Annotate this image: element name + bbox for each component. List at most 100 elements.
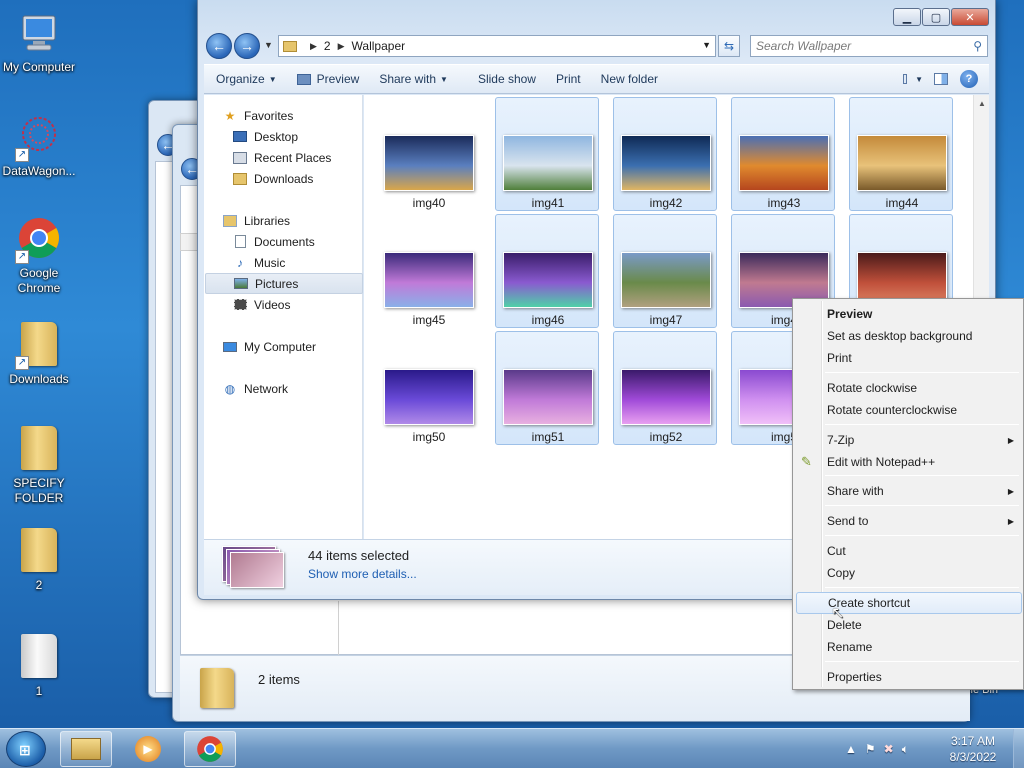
nav-pictures[interactable]: Pictures	[205, 273, 363, 294]
notepadpp-icon: ✎	[801, 454, 812, 469]
ctx-cut[interactable]: Cut	[796, 540, 1022, 562]
file-name: img45	[412, 313, 446, 327]
back-button[interactable]: ←	[206, 33, 232, 59]
change-view-button[interactable]: ▼	[903, 70, 923, 88]
file-item-img42[interactable]: img42	[613, 97, 717, 211]
chevron-right-icon[interactable]: ▶	[310, 41, 317, 52]
music-icon: ♪	[237, 255, 243, 270]
shortcut-arrow-icon: ↗	[15, 148, 29, 162]
network-status-icon[interactable]: ✖	[884, 742, 894, 756]
file-item-img43[interactable]: img43	[731, 97, 835, 211]
ctx-set-desktop-background[interactable]: Set as desktop background	[796, 325, 1022, 347]
file-item-img45[interactable]: img45	[376, 214, 480, 328]
ctx-print[interactable]: Print	[796, 347, 1022, 369]
file-item-img47[interactable]: img47	[613, 214, 717, 328]
nav-my-computer[interactable]: My Computer	[222, 336, 380, 357]
shortcut-arrow-icon: ↗	[15, 356, 29, 370]
submenu-arrow-icon: ▶	[1007, 486, 1014, 496]
ctx-copy[interactable]: Copy	[796, 562, 1022, 584]
taskbar-media-player-button[interactable]: ▶	[122, 731, 174, 767]
taskbar-explorer-button[interactable]	[60, 731, 112, 767]
nav-network[interactable]: ◍ Network	[222, 378, 380, 399]
organize-button[interactable]: Organize ▼	[204, 64, 287, 94]
menu-item-label: Rotate clockwise	[827, 381, 918, 395]
scroll-up-icon[interactable]: ▲	[978, 99, 986, 108]
refresh-icon: ⇆	[723, 39, 735, 53]
menu-item-label: Preview	[827, 307, 873, 321]
file-item-img40[interactable]: img40	[376, 97, 480, 211]
preview-label: Preview	[316, 72, 360, 86]
downloads-desktop-icon[interactable]: ↗ Downloads	[0, 320, 78, 387]
share-with-button[interactable]: Share with ▼	[369, 64, 458, 94]
address-bar[interactable]: ▶ 2 ▶ Wallpaper ▼	[278, 35, 716, 57]
menu-item-label: Print	[827, 351, 852, 365]
datawagon-desktop-icon[interactable]: ↗ DataWagon...	[0, 114, 78, 179]
ctx-share-with[interactable]: Share with ▶	[796, 480, 1022, 502]
context-menu[interactable]: Preview Set as desktop background Print Rot…	[792, 298, 1024, 690]
address-dropdown-icon[interactable]: ▼	[702, 40, 711, 50]
close-button[interactable]: ✕	[951, 8, 989, 26]
new-folder-button[interactable]: New folder	[591, 64, 668, 94]
menu-item-label: 7-Zip	[827, 433, 855, 447]
my-computer-desktop-icon[interactable]: My Computer	[0, 10, 78, 75]
nav-favorites[interactable]: ★ Favorites	[222, 105, 380, 126]
nav-label: Pictures	[255, 276, 299, 291]
preview-button[interactable]: Preview	[287, 64, 370, 94]
search-input[interactable]: Search Wallpaper ⚲	[750, 35, 988, 57]
folder-1-desktop-icon[interactable]: 1	[0, 632, 78, 699]
ctx-edit-notepadpp[interactable]: ✎ Edit with Notepad++	[796, 451, 1022, 473]
ctx-preview[interactable]: Preview	[796, 303, 1022, 325]
file-item-img46[interactable]: img46	[495, 214, 599, 328]
back-arrow-icon: ←	[212, 38, 226, 54]
file-name: img46	[531, 313, 565, 327]
slide-show-label: Slide show	[477, 72, 536, 86]
volume-icon[interactable]: 🔈︎	[902, 742, 909, 757]
forward-button[interactable]: →	[234, 33, 260, 59]
menu-item-label: Copy	[827, 566, 856, 580]
google-chrome-desktop-icon[interactable]: ↗ Google Chrome	[0, 216, 78, 296]
breadcrumb-2[interactable]: 2	[324, 39, 331, 53]
background-status-text: 2 items	[258, 672, 300, 687]
minimize-button[interactable]: ▁	[893, 8, 921, 26]
specify-folder-desktop-icon[interactable]: SPECIFY FOLDER	[0, 424, 78, 506]
menu-separator	[825, 475, 1019, 476]
breadcrumb-wallpaper[interactable]: Wallpaper	[352, 39, 406, 53]
file-item-img50[interactable]: img50	[376, 331, 480, 445]
folder-icon	[15, 634, 63, 682]
nav-libraries[interactable]: Libraries	[222, 210, 380, 231]
show-more-details-link[interactable]: Show more details...	[308, 567, 417, 581]
nav-label: Videos	[254, 297, 291, 312]
help-button[interactable]: ?	[959, 70, 979, 88]
show-hidden-icons-icon[interactable]: ▲	[845, 742, 857, 756]
folder-2-desktop-icon[interactable]: 2	[0, 526, 78, 593]
file-item-img44[interactable]: img44	[849, 97, 953, 211]
selection-thumbnail-stack	[222, 546, 284, 588]
clock[interactable]: 3:17 AM 8/3/2022	[936, 733, 1010, 765]
show-desktop-button[interactable]	[1013, 729, 1024, 768]
maximize-button[interactable]: ▢	[922, 8, 950, 26]
refresh-button[interactable]: ⇆	[718, 35, 740, 57]
preview-pane-button[interactable]	[931, 70, 951, 88]
organize-label: Organize	[216, 72, 265, 86]
ctx-rotate-counterclockwise[interactable]: Rotate counterclockwise	[796, 399, 1022, 421]
print-button[interactable]: Print	[546, 64, 591, 94]
ctx-rotate-clockwise[interactable]: Rotate clockwise	[796, 377, 1022, 399]
ctx-properties[interactable]: Properties	[796, 666, 1022, 688]
ctx-create-shortcut[interactable]: Create shortcut	[796, 592, 1022, 614]
file-item-img52[interactable]: img52	[613, 331, 717, 445]
ctx-7zip[interactable]: 7-Zip ▶	[796, 429, 1022, 451]
action-center-flag-icon[interactable]: ⚑	[865, 742, 876, 756]
ctx-send-to[interactable]: Send to ▶	[796, 510, 1022, 532]
nav-label: Music	[254, 255, 286, 270]
forward-arrow-icon: →	[240, 38, 254, 54]
history-dropdown-icon[interactable]: ▼	[264, 40, 273, 50]
file-item-img41[interactable]: img41	[495, 97, 599, 211]
desktop-icon-label: Downloads	[9, 372, 69, 386]
taskbar-chrome-button[interactable]	[184, 731, 236, 767]
ctx-rename[interactable]: Rename	[796, 636, 1022, 658]
chevron-right-icon[interactable]: ▶	[338, 41, 345, 52]
slide-show-button[interactable]: Slide show	[458, 64, 546, 94]
file-item-img51[interactable]: img51	[495, 331, 599, 445]
ctx-delete[interactable]: Delete	[796, 614, 1022, 636]
start-button[interactable]: ⊞	[6, 731, 46, 767]
